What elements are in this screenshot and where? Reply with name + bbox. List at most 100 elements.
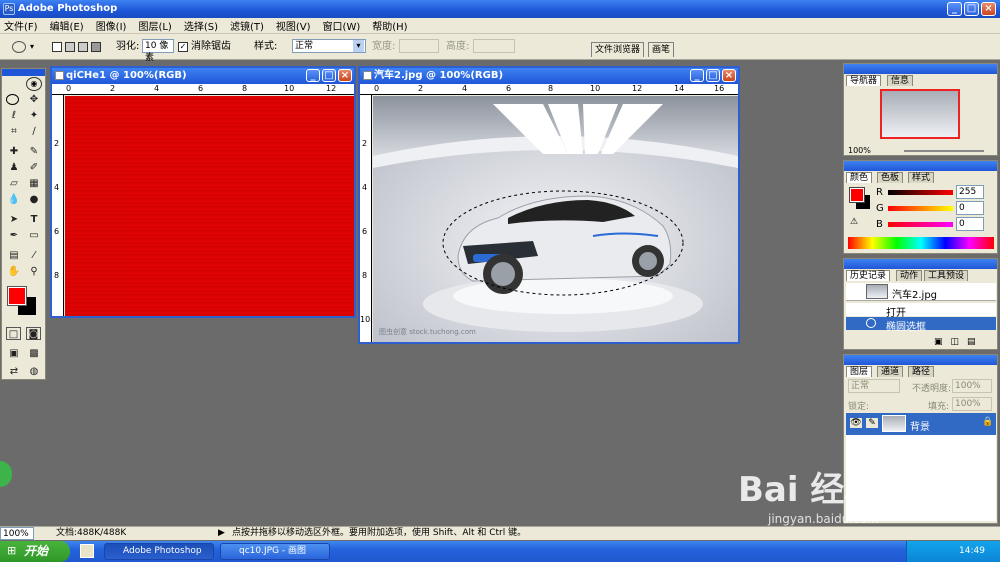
clone-stamp-icon[interactable]: ♟ [6, 161, 22, 174]
close-button[interactable]: × [981, 2, 996, 16]
doc2-close-button[interactable]: × [722, 69, 736, 82]
standard-mode-icon[interactable]: □ [6, 327, 21, 340]
doc1-minimize-button[interactable]: _ [306, 69, 320, 82]
maximize-button[interactable]: □ [964, 2, 979, 16]
document-window-car[interactable]: 汽车2.jpg @ 100%(RGB) _ □ × 0 2 4 6 8 10 1… [358, 66, 740, 344]
minimize-button[interactable]: _ [947, 2, 962, 16]
foreground-color-swatch[interactable] [7, 286, 27, 306]
r-slider[interactable] [888, 190, 953, 195]
tab-history[interactable]: 历史记录 [846, 270, 891, 281]
new-selection-icon[interactable] [52, 42, 62, 52]
fullscreen-mode-icon[interactable]: ▩ [26, 347, 42, 360]
menu-edit[interactable]: 编辑(E) [50, 18, 84, 33]
history-actions[interactable]: ▣◫▤ [934, 337, 994, 347]
clock[interactable]: 14:49 [959, 541, 985, 562]
dodge-tool-icon[interactable]: ● [26, 193, 42, 206]
zoom-tool-icon[interactable]: ⚲ [26, 265, 42, 278]
blend-mode-select[interactable]: 正常 [848, 379, 900, 393]
screen-mode-icon[interactable]: ▣ [6, 347, 22, 360]
doc1-maximize-button[interactable]: □ [322, 69, 336, 82]
menu-view[interactable]: 视图(V) [276, 18, 311, 33]
shape-tool-icon[interactable]: ▭ [26, 229, 42, 242]
feather-input[interactable]: 10 像素 [142, 39, 174, 63]
b-input[interactable]: 0 [956, 217, 984, 231]
pen-tool-icon[interactable]: ✒ [6, 229, 22, 242]
move-tool-icon[interactable]: ✥ [26, 93, 42, 106]
play-icon[interactable]: ▶ [218, 527, 225, 540]
doc2-maximize-button[interactable]: □ [706, 69, 720, 82]
eyedropper-icon[interactable]: ⁄ [26, 249, 42, 262]
width-input[interactable] [399, 39, 439, 53]
notes-tool-icon[interactable]: ▤ [6, 249, 22, 262]
doc2-title-bar[interactable]: 汽车2.jpg @ 100%(RGB) [360, 68, 738, 84]
b-slider[interactable] [888, 222, 953, 227]
color-spectrum[interactable] [848, 237, 994, 249]
red-canvas[interactable] [65, 96, 354, 316]
path-select-icon[interactable]: ➤ [6, 213, 22, 226]
tab-swatches[interactable]: 色板 [877, 172, 904, 183]
style-select[interactable]: 正常 ▾ [292, 39, 366, 53]
show-desktop-icon[interactable] [80, 544, 94, 558]
g-input[interactable]: 0 [956, 201, 984, 215]
eye-icon[interactable]: ◉ [26, 77, 42, 91]
height-input[interactable] [473, 39, 515, 53]
menu-select[interactable]: 选择(S) [184, 18, 218, 33]
slice-tool-icon[interactable]: ∕ [26, 125, 42, 138]
healing-brush-icon[interactable]: ✚ [6, 145, 22, 158]
hand-tool-icon[interactable]: ✋ [6, 265, 22, 278]
tab-paths[interactable]: 路径 [908, 366, 935, 377]
add-selection-icon[interactable] [65, 42, 75, 52]
status-zoom[interactable]: 100% [0, 527, 34, 540]
fill-input[interactable]: 100% [952, 397, 992, 411]
menu-help[interactable]: 帮助(H) [372, 18, 407, 33]
navigator-thumbnail[interactable] [880, 89, 960, 139]
tab-file-browser[interactable]: 文件浏览器 [591, 42, 645, 57]
history-brush-icon[interactable]: ✐ [26, 161, 42, 174]
tab-channels[interactable]: 通道 [877, 366, 904, 377]
eye-icon[interactable]: 👁 [850, 418, 862, 428]
ellipse-marquee-icon[interactable] [12, 41, 26, 53]
menu-window[interactable]: 窗口(W) [323, 18, 361, 33]
navigator-zoom[interactable]: 100% [848, 146, 871, 155]
tab-navigator[interactable]: 导航器 [846, 75, 882, 86]
tab-info[interactable]: 信息 [887, 75, 914, 86]
side-badge[interactable] [0, 461, 12, 487]
ellipse-marquee-tool-icon[interactable] [6, 94, 19, 105]
type-tool-icon[interactable]: T [26, 213, 42, 226]
history-snapshot[interactable]: 汽车2.jpg [846, 283, 996, 301]
layer-row-background[interactable]: 👁 ✎ 背景 🔒 [846, 413, 996, 435]
chevron-down-icon[interactable]: ▾ [30, 40, 34, 53]
tab-tool-presets[interactable]: 工具预设 [924, 270, 969, 281]
tab-layers[interactable]: 图层 [846, 366, 873, 377]
subtract-selection-icon[interactable] [78, 42, 88, 52]
tab-styles[interactable]: 样式 [908, 172, 935, 183]
opacity-input[interactable]: 100% [952, 379, 992, 393]
imageready-icon[interactable]: ◍ [26, 365, 42, 378]
quickmask-mode-icon[interactable]: ◙ [26, 327, 41, 340]
eraser-tool-icon[interactable]: ▱ [6, 177, 22, 190]
jump-to-imageready-icon[interactable]: ⇄ [6, 365, 22, 378]
menu-file[interactable]: 文件(F) [4, 18, 38, 33]
task-paint[interactable]: qc10.JPG - 画图 [220, 543, 330, 560]
blur-tool-icon[interactable]: 💧 [6, 193, 22, 206]
r-input[interactable]: 255 [956, 185, 984, 199]
car-photo[interactable]: 图虫创意 stock.tuchong.com [373, 96, 738, 342]
g-slider[interactable] [888, 206, 953, 211]
document-window-qiche1[interactable]: qiCHe1 @ 100%(RGB) _ □ × 0 2 4 6 8 10 12… [50, 66, 356, 318]
history-item[interactable]: 打开 [846, 303, 996, 319]
doc2-minimize-button[interactable]: _ [690, 69, 704, 82]
intersect-selection-icon[interactable] [91, 42, 101, 52]
crop-tool-icon[interactable]: ⌗ [6, 125, 22, 138]
doc1-close-button[interactable]: × [338, 69, 352, 82]
tab-color[interactable]: 颜色 [846, 172, 873, 183]
lasso-tool-icon[interactable]: ℓ [6, 109, 22, 122]
zoom-slider[interactable] [904, 150, 984, 152]
task-photoshop[interactable]: Adobe Photoshop [104, 543, 214, 560]
status-doc-info[interactable]: 文档:488K/488K [56, 527, 126, 540]
antialias-checkbox[interactable]: ✓ [178, 42, 188, 52]
history-item-selected[interactable]: 椭圆选框 [846, 317, 996, 333]
fg-color-swatch[interactable] [849, 187, 865, 203]
menu-image[interactable]: 图像(I) [96, 18, 127, 33]
tab-actions[interactable]: 动作 [896, 270, 923, 281]
gradient-tool-icon[interactable]: ▦ [26, 177, 42, 190]
